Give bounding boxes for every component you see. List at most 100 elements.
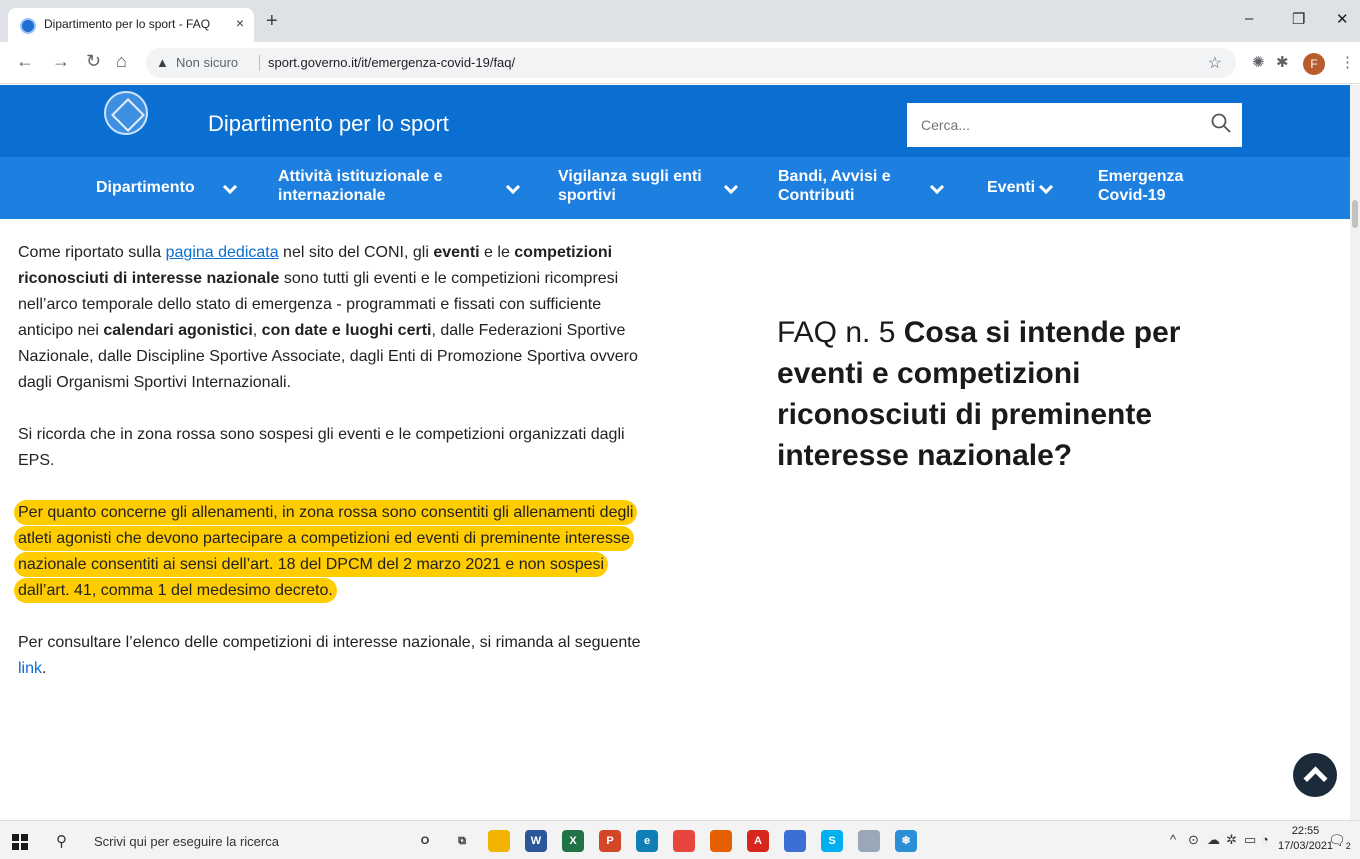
faq-question: FAQ n. 5 Cosa si intende per eventi e co… — [777, 312, 1217, 476]
profile-avatar[interactable]: F — [1303, 53, 1325, 75]
tab-close-icon[interactable]: × — [236, 15, 244, 31]
answer-paragraph-2: Si ricorda che in zona rossa sono sospes… — [18, 426, 625, 469]
browser-tab-strip: Dipartimento per lo sport - FAQ × + – ❐ … — [0, 0, 1360, 42]
chevron-down-icon[interactable] — [222, 179, 238, 195]
powerpoint-taskbar-icon[interactable]: P — [599, 830, 621, 852]
url-text[interactable]: sport.governo.it/it/emergenza-covid-19/f… — [268, 55, 515, 70]
clock-date: 17/03/2021 — [1278, 840, 1334, 852]
main-navigation: Dipartimento Attività istituzionale e in… — [0, 157, 1350, 219]
bold-text: eventi — [433, 244, 480, 261]
not-secure-label[interactable]: Non sicuro — [176, 55, 238, 70]
back-to-top-button[interactable] — [1293, 753, 1337, 797]
firefox-taskbar-icon[interactable] — [710, 830, 732, 852]
edge-taskbar-icon[interactable]: e — [636, 830, 658, 852]
cortana-taskbar-icon[interactable]: O — [414, 830, 436, 852]
nav-label-2: sportivi — [558, 187, 616, 204]
site-title[interactable]: Dipartimento per lo sport — [208, 111, 449, 137]
pdf24-taskbar-icon[interactable] — [858, 830, 880, 852]
browser-menu-icon[interactable]: ⋮ — [1340, 54, 1355, 72]
pagina-dedicata-link[interactable]: pagina dedicata — [166, 244, 279, 261]
answer-paragraph-1: Come riportato sulla pagina dedicata nel… — [18, 240, 658, 396]
search-icon[interactable] — [1210, 112, 1232, 134]
highlighted-text: Per quanto concerne gli allenamenti, in … — [18, 504, 634, 599]
search-icon: ⚲ — [56, 833, 67, 850]
notification-count: 2 — [1345, 840, 1351, 851]
chevron-down-icon[interactable] — [929, 179, 945, 195]
chevron-down-icon[interactable] — [1038, 179, 1054, 195]
onedrive-icon[interactable]: ☁ — [1207, 832, 1220, 848]
competitions-link[interactable]: link — [18, 660, 42, 677]
answer-paragraph-3-highlighted: Per quanto concerne gli allenamenti, in … — [18, 500, 658, 604]
windows-taskbar: ⚲ Scrivi qui per eseguire la ricerca O ⧉ W… — [0, 820, 1360, 859]
site-favicon-icon — [20, 18, 36, 34]
battery-icon[interactable]: ▭ — [1244, 832, 1256, 848]
wifi-icon[interactable]: ◔ — [1261, 832, 1269, 847]
extension-icon[interactable]: ✺ — [1252, 54, 1265, 72]
nav-label: Attività istituzionale e — [278, 168, 443, 185]
reload-icon[interactable]: ↻ — [86, 51, 101, 71]
nav-label-2: Contributi — [778, 187, 855, 204]
acrobat-taskbar-icon[interactable]: A — [747, 830, 769, 852]
new-tab-button[interactable]: + — [266, 11, 278, 31]
warning-icon[interactable]: ▲ — [156, 55, 169, 70]
text: Per consultare l’elenco delle competizio… — [18, 634, 641, 651]
taskbar-search[interactable]: ⚲ Scrivi qui per eseguire la ricerca — [48, 826, 402, 856]
app-snow-taskbar-icon[interactable]: ❄ — [895, 830, 917, 852]
forward-arrow-icon[interactable]: → — [52, 51, 70, 71]
page-scrollbar[interactable] — [1350, 85, 1360, 820]
search-input[interactable] — [907, 103, 1197, 147]
nav-item-bandi[interactable]: Bandi, Avvisi e Contributi — [778, 167, 891, 205]
text: e le — [479, 244, 515, 261]
chevron-down-icon[interactable] — [723, 179, 739, 195]
tray-settings-icon[interactable]: ✲ — [1226, 832, 1237, 848]
word-taskbar-icon[interactable]: W — [525, 830, 547, 852]
nav-label-2: internazionale — [278, 187, 386, 204]
address-separator — [259, 55, 260, 71]
chrome-taskbar-icon[interactable] — [673, 830, 695, 852]
tray-app-icon[interactable]: ⊙ — [1188, 832, 1199, 848]
site-search — [907, 103, 1242, 147]
skype-taskbar-icon[interactable]: S — [821, 830, 843, 852]
nav-label: Emergenza — [1098, 168, 1184, 185]
system-clock[interactable]: 22:55 17/03/2021 — [1278, 824, 1333, 854]
home-icon[interactable]: ⌂ — [116, 51, 127, 71]
bold-text: calendari agonistici — [103, 322, 253, 339]
site-header: Dipartimento per lo sport — [0, 85, 1350, 157]
nav-item-dipartimento[interactable]: Dipartimento — [96, 178, 195, 197]
nav-label: Bandi, Avvisi e — [778, 168, 891, 185]
nav-label: Dipartimento — [96, 179, 195, 196]
bold-text: con date e luoghi certi — [261, 322, 432, 339]
nav-item-eventi[interactable]: Eventi — [987, 178, 1035, 197]
windows-start-icon[interactable] — [12, 834, 28, 850]
back-arrow-icon[interactable]: ← — [16, 51, 34, 71]
browser-tab[interactable]: Dipartimento per lo sport - FAQ × — [8, 8, 254, 42]
text: , — [252, 322, 262, 339]
nav-item-emergenza[interactable]: Emergenza Covid-19 — [1098, 167, 1183, 205]
text: nel sito del CONI, gli — [278, 244, 434, 261]
scrollbar-thumb[interactable] — [1352, 200, 1358, 228]
notification-center-icon[interactable]: 🗨2 — [1328, 832, 1351, 851]
file-explorer-taskbar-icon[interactable] — [488, 830, 510, 852]
nav-item-attivita[interactable]: Attività istituzionale e internazionale — [278, 167, 442, 205]
italian-republic-emblem-icon[interactable] — [104, 91, 148, 135]
excel-taskbar-icon[interactable]: X — [562, 830, 584, 852]
task-view-taskbar-icon[interactable]: ⧉ — [451, 830, 473, 852]
clock-time: 22:55 — [1291, 825, 1320, 837]
nav-label: Eventi — [987, 179, 1036, 196]
close-window-button[interactable]: ✕ — [1336, 10, 1349, 28]
nav-item-vigilanza[interactable]: Vigilanza sugli enti sportivi — [558, 167, 702, 205]
app-blue-taskbar-icon[interactable] — [784, 830, 806, 852]
answer-paragraph-4: Per consultare l’elenco delle competizio… — [18, 630, 658, 682]
faq-answer: Come riportato sulla pagina dedicata nel… — [18, 240, 658, 708]
browser-toolbar: ← → ↻ ⌂ ▲ Non sicuro sport.governo.it/it… — [0, 42, 1360, 84]
chevron-down-icon[interactable] — [505, 179, 521, 195]
nav-label: Vigilanza sugli enti — [558, 168, 702, 185]
restore-button[interactable]: ❐ — [1292, 10, 1305, 28]
address-bar[interactable]: ▲ Non sicuro sport.governo.it/it/emergen… — [146, 48, 1236, 78]
tray-expand-icon[interactable]: ^ — [1170, 832, 1176, 847]
bookmark-star-icon[interactable]: ☆ — [1208, 53, 1222, 73]
text: . — [42, 660, 47, 677]
extensions-puzzle-icon[interactable]: ✱ — [1276, 54, 1289, 72]
minimize-button[interactable]: – — [1245, 10, 1253, 27]
taskbar-search-placeholder: Scrivi qui per eseguire la ricerca — [94, 834, 279, 849]
